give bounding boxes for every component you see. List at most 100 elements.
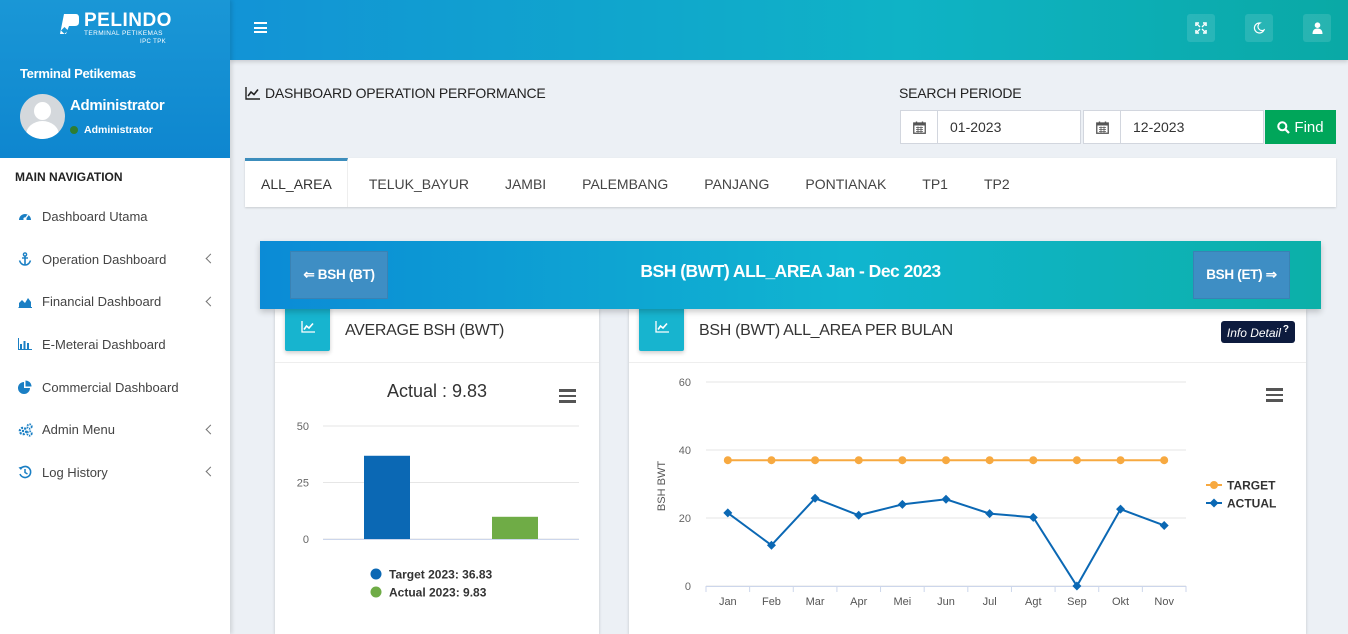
chevron-left-icon [205,467,216,477]
monthly-bsh-chart: 0 20 40 60 Jan Feb Mar Apr Mei Jun Jul Agt Sep Okt Nov… [656,377,1276,608]
x-tick-label: Apr [850,596,867,608]
sidebar-brand: PELINDO TERMINAL PETIKEMAS IPC TPK Termi… [0,0,230,158]
logo-text: PELINDO [84,10,172,31]
next-chart-button[interactable]: BSH (ET) ⇒ [1193,251,1290,299]
pelindo-logo[interactable]: PELINDO TERMINAL PETIKEMAS IPC TPK [58,10,178,48]
average-bsh-card: AVERAGE BSH (BWT) Actual : 9.83 0 25 50 Targ… [275,303,599,634]
user-name: Administrator [70,97,165,114]
y-tick-label: 60 [679,377,691,389]
date-from-input[interactable] [938,111,1080,143]
user-icon [1312,22,1322,34]
tab-all-area[interactable]: ALL_AREA [245,158,348,207]
card-title: BSH (BWT) ALL_AREA PER BULAN [699,322,953,339]
find-button-label: Find [1294,118,1324,136]
bar-chart-icon [17,337,33,351]
data-point-target [811,456,820,465]
legend-marker [370,586,382,598]
x-tick-label: Feb [762,596,781,608]
nav-item-operation-dashboard[interactable]: Operation Dashboard [0,238,230,281]
chart-banner: ⇐ BSH (BT) BSH (BWT) ALL_AREA Jan - Dec … [260,241,1321,309]
find-button[interactable]: Find [1265,110,1336,144]
monthly-bsh-card: BSH (BWT) ALL_AREA PER BULAN Info Detail… [629,303,1306,634]
online-status-dot [70,126,78,134]
avatar-body [26,121,59,139]
data-point-actual [941,494,951,504]
fullscreen-button[interactable] [1187,14,1215,42]
legend-marker [1209,498,1219,508]
y-tick-label: 40 [679,445,691,457]
info-detail-label: Info Detail [1226,326,1281,340]
y-tick-label: 0 [303,534,309,546]
anchor-icon [17,252,33,266]
nav-item-admin-menu[interactable]: Admin Menu [0,408,230,451]
tab-teluk-bayur[interactable]: TELUK_BAYUR [348,158,487,207]
legend-item: Target 2023: 36.83 [389,568,492,582]
x-tick-label: Jul [983,596,997,608]
date-to-input[interactable] [1121,111,1263,143]
data-point-actual [897,499,907,509]
data-point-target [1160,456,1169,465]
moon-icon [1253,22,1265,34]
calendar-icon[interactable] [901,111,938,143]
tab-pontianak[interactable]: PONTIANAK [787,158,904,207]
page-title: DASHBOARD OPERATION PERFORMANCE [245,85,546,101]
nav-item-label: Dashboard Utama [42,208,148,224]
nav-item-log-history[interactable]: Log History [0,451,230,494]
date-to-group [1083,110,1264,144]
tab-tp1[interactable]: TP1 [904,158,966,207]
logo-subtitle-2: IPC TPK [140,39,167,45]
tab-tp2[interactable]: TP2 [966,158,1028,207]
user-role-label: Administrator [84,124,153,136]
data-point-target [1116,456,1125,465]
nav-header: MAIN NAVIGATION [15,170,123,184]
tab-jambi[interactable]: JAMBI [487,158,564,207]
data-point-target [1029,456,1038,465]
x-tick-label: Nov [1154,596,1174,608]
series-line-actual [727,497,1165,588]
question-icon: ? [1282,324,1289,335]
pelindo-logo-icon [60,14,79,35]
x-tick-label: Mei [893,596,911,608]
legend-item: ACTUAL [1227,497,1276,511]
nav-item-label: Financial Dashboard [42,294,162,310]
dashboard-icon [17,209,33,223]
line-chart-icon [639,303,684,351]
avatar-head [34,102,51,120]
y-tick-label: 25 [297,478,309,490]
calendar-icon[interactable] [1084,111,1121,143]
cogs-icon [17,423,33,437]
legend-item: Actual 2023: 9.83 [389,586,487,600]
top-navbar [230,0,1348,60]
dark-mode-button[interactable] [1245,14,1273,42]
info-detail-button[interactable]: Info Detail? [1220,321,1295,343]
data-point-actual [1159,520,1169,530]
nav-item-commercial-dashboard[interactable]: Commercial Dashboard [0,366,230,409]
x-tick-label: Jun [937,596,955,608]
nav-item-dashboard-utama[interactable]: Dashboard Utama [0,195,230,238]
y-tick-label: 20 [679,513,691,525]
chevron-left-icon [205,253,216,264]
tab-panjang[interactable]: PANJANG [686,158,787,207]
avatar[interactable] [20,94,65,139]
user-menu-button[interactable] [1303,14,1331,42]
date-from-group [900,110,1081,144]
y-tick-label: 50 [297,421,309,433]
search-periode-label: SEARCH PERIODE [899,85,1022,101]
nav-item-emeterai-dashboard[interactable]: E-Meterai Dashboard [0,323,230,366]
nav-item-label: Operation Dashboard [42,251,167,267]
legend-marker [370,568,382,580]
line-chart-icon [285,303,330,351]
x-tick-label: Sep [1067,596,1087,608]
sidebar-toggle-icon[interactable] [254,22,267,33]
average-bsh-chart: Actual : 9.83 0 25 50 Target 2023: 36.83 Actu… [297,381,579,600]
nav-item-financial-dashboard[interactable]: Financial Dashboard [0,280,230,323]
x-tick-label: Agt [1025,596,1042,608]
area-tabs: ALL_AREA TELUK_BAYUR JAMBI PALEMBANG PAN… [245,158,1336,207]
bar-target-2023 [364,455,410,539]
data-point-actual [1116,504,1126,514]
card-title: AVERAGE BSH (BWT) [345,322,505,339]
main-navigation: Dashboard Utama Operation Dashboard Fina… [0,195,230,494]
page-title-text: DASHBOARD OPERATION PERFORMANCE [265,85,546,101]
tab-palembang[interactable]: PALEMBANG [564,158,686,207]
bar-actual-2023 [492,516,538,539]
